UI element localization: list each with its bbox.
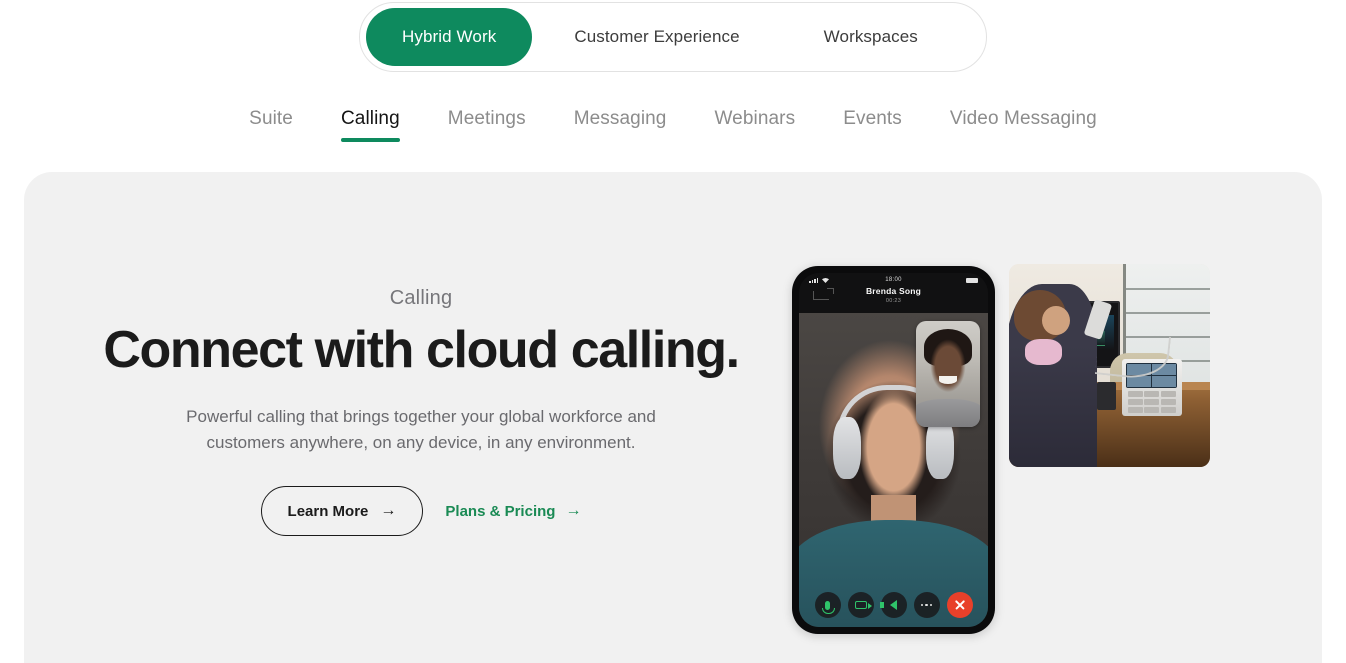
hero-card: Calling Connect with cloud calling. Powe… (24, 172, 1322, 663)
phone-screen: 18:00 Brenda Song 00:23 (799, 273, 988, 627)
speaker-button[interactable] (880, 592, 907, 618)
segmented-tab-hybrid-work[interactable]: Hybrid Work (366, 8, 533, 66)
learn-more-button[interactable]: Learn More → (260, 486, 424, 537)
tab-events[interactable]: Events (843, 108, 902, 142)
hero-copy: Calling Connect with cloud calling. Powe… (84, 287, 758, 537)
call-controls-bar (799, 592, 988, 618)
camera-button[interactable] (847, 592, 874, 618)
tab-meetings[interactable]: Meetings (448, 108, 526, 142)
active-tab-underline (340, 138, 400, 142)
tab-webinars[interactable]: Webinars (714, 108, 795, 142)
photo-pen-cup (1097, 381, 1116, 411)
ellipsis-icon (920, 603, 933, 607)
hero-eyebrow: Calling (389, 287, 453, 309)
tab-label: Events (843, 108, 902, 129)
arrow-right-icon: → (380, 502, 397, 520)
tab-label: Calling (340, 108, 400, 129)
arrow-right-icon: → (565, 502, 582, 520)
pip-participant-body (916, 399, 980, 427)
segmented-nav: Hybrid Work Customer Experience Workspac… (359, 2, 987, 72)
segmented-tab-label: Hybrid Work (402, 27, 497, 46)
phone-status-bar: 18:00 Brenda Song 00:23 (799, 273, 988, 313)
plans-and-pricing-label: Plans & Pricing (445, 502, 556, 520)
hero-cta-row: Learn More → Plans & Pricing → (84, 486, 758, 537)
product-tab-nav: Suite Calling Meetings Messaging Webinar… (0, 108, 1346, 142)
microphone-button[interactable] (814, 592, 841, 618)
photo-person-collar (1025, 339, 1063, 365)
tab-label: Meetings (447, 108, 526, 129)
close-icon (954, 599, 966, 611)
segmented-tab-label: Customer Experience (574, 27, 740, 46)
expand-corner-icon[interactable] (827, 288, 834, 294)
plans-and-pricing-link[interactable]: Plans & Pricing → (445, 503, 581, 520)
battery-icon (966, 278, 978, 283)
pip-participant-face (926, 335, 970, 402)
segmented-tab-workspaces[interactable]: Workspaces (782, 8, 960, 66)
tab-messaging[interactable]: Messaging (574, 108, 667, 142)
video-call-main-feed (799, 313, 988, 627)
tab-suite[interactable]: Suite (249, 108, 293, 142)
page-title: Connect with cloud calling. (103, 321, 740, 379)
tab-video-messaging[interactable]: Video Messaging (950, 108, 1097, 142)
microphone-icon (822, 600, 835, 614)
tab-label: Suite (249, 108, 293, 129)
photo-desk-phone-keypad (1127, 391, 1176, 413)
tab-calling[interactable]: Calling (340, 108, 400, 142)
photo-person (1009, 284, 1098, 467)
page-root: Hybrid Work Customer Experience Workspac… (0, 0, 1346, 663)
segmented-tab-customer-experience[interactable]: Customer Experience (532, 8, 781, 66)
more-options-button[interactable] (913, 592, 940, 618)
tab-label: Messaging (573, 108, 667, 129)
photo-person-face (1041, 306, 1070, 336)
status-bar-time: 18:00 (885, 277, 902, 283)
phone-mockup: 18:00 Brenda Song 00:23 (792, 266, 995, 634)
office-photo (1009, 264, 1210, 467)
video-camera-icon (854, 601, 872, 609)
end-call-button[interactable] (946, 592, 973, 618)
pip-participant-smile (939, 376, 957, 384)
speaker-icon (880, 600, 897, 610)
picture-in-picture-feed[interactable] (916, 321, 980, 427)
tab-label: Webinars (714, 108, 796, 129)
segmented-tab-label: Workspaces (823, 27, 918, 46)
tab-label: Video Messaging (949, 108, 1097, 129)
learn-more-label: Learn More (287, 502, 369, 520)
headphone-left-cup (833, 416, 862, 480)
hero-description: Powerful calling that brings together yo… (186, 406, 656, 452)
